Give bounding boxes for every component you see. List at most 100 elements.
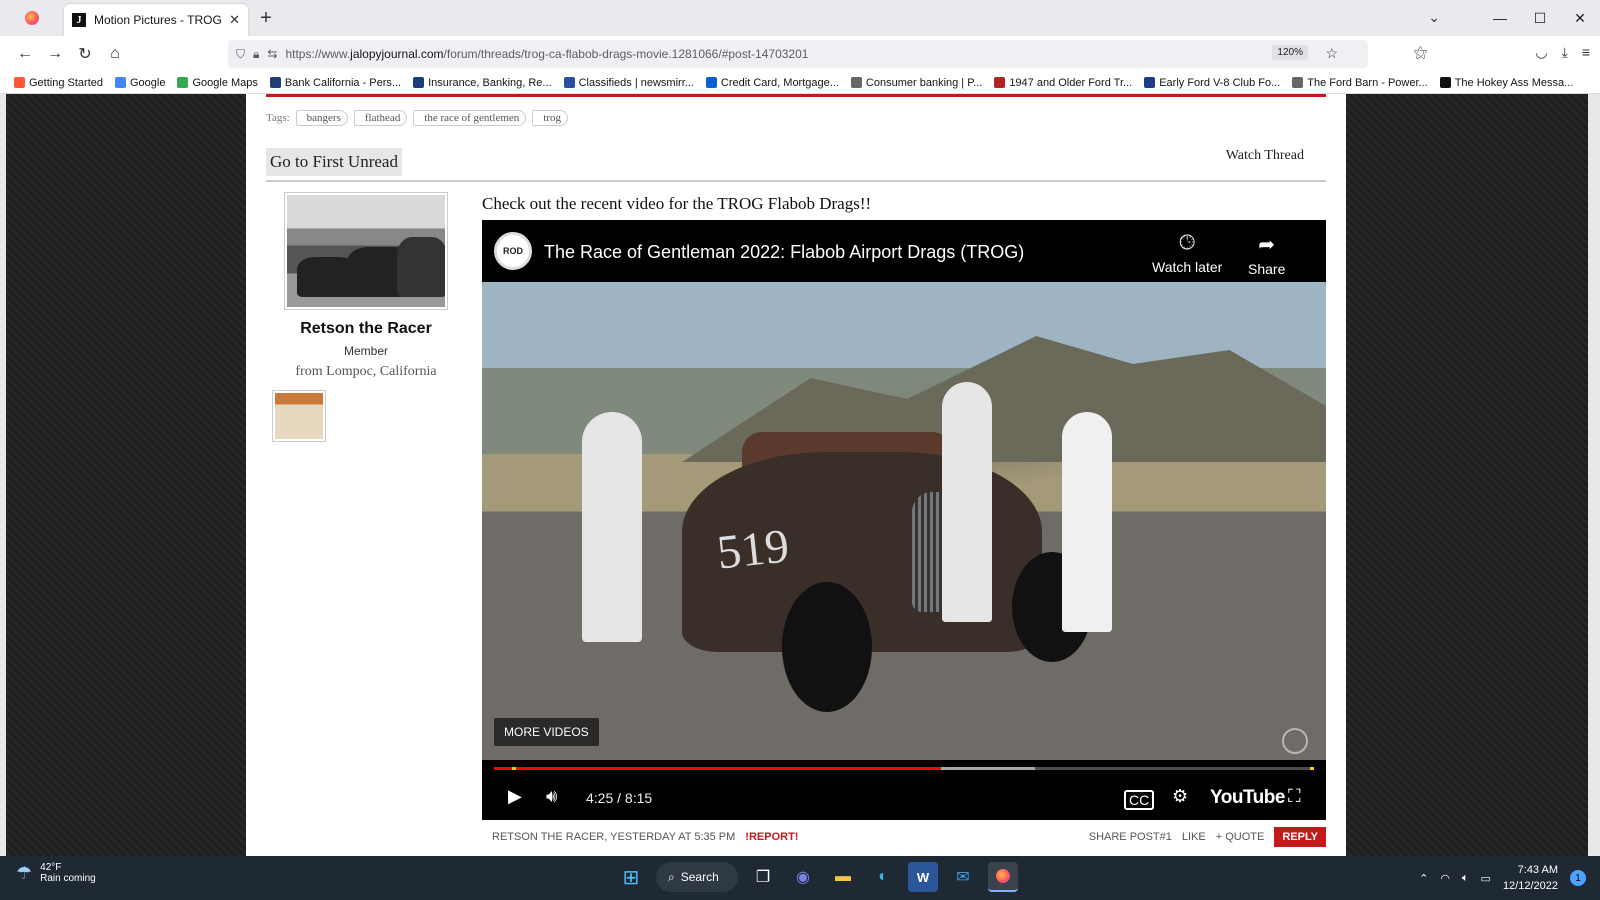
settings-icon[interactable]: ⚙ [1172, 786, 1188, 807]
bookmarks-manager-icon[interactable]: ⚝ [1414, 44, 1428, 61]
task-view-icon[interactable]: ❐ [748, 862, 778, 892]
url-text[interactable]: https://www.jalopyjournal.com/forum/thre… [285, 47, 808, 61]
bookmark-label: Insurance, Banking, Re... [428, 76, 552, 89]
user-title: Member [343, 344, 388, 358]
tag-link[interactable]: bangers [295, 110, 348, 126]
bookmark-item[interactable]: The Ford Barn - Power... [1292, 77, 1428, 89]
tag-link[interactable]: flathead [353, 110, 408, 126]
weather-widget[interactable]: ☂ 42°F Rain coming [16, 862, 96, 884]
youtube-player[interactable]: 519 ROD The Race of Gentleman 2022: Flab… [482, 220, 1326, 820]
edge-icon[interactable]: ◐ [868, 862, 898, 892]
file-explorer-icon[interactable]: ▬ [828, 862, 858, 892]
tab-bar: J Motion Pictures - TROG CA - Fl ✕ + ⌄ —… [0, 0, 1600, 36]
minimize-icon[interactable]: — [1480, 10, 1520, 26]
system-tray: ⌃ ◠ 🔈︎ ▭ 7:43 AM 12/12/2022 1 [1419, 862, 1586, 894]
quote-link[interactable]: + Quote [1216, 831, 1265, 843]
list-tabs-icon[interactable]: ⌄ [1428, 9, 1440, 26]
page-edge [1588, 94, 1600, 856]
speaker-icon[interactable]: 🔈︎ [1462, 872, 1469, 885]
taskbar-search[interactable]: ⌕ Search [656, 862, 738, 892]
report-link[interactable]: !Report! [745, 831, 798, 843]
clock[interactable]: 7:43 AM 12/12/2022 [1503, 862, 1558, 894]
video-title[interactable]: The Race of Gentleman 2022: Flabob Airpo… [544, 242, 1024, 263]
taskbar-apps: ⊞ ⌕ Search ❐ ◉ ▬ ◐ W ✉ [616, 862, 1018, 892]
url-prefix: https://www. [285, 47, 351, 61]
shield-icon[interactable]: ⛉ [236, 47, 245, 62]
avatar[interactable] [284, 192, 448, 310]
volume-icon[interactable]: 🔊︎ [546, 786, 557, 807]
go-to-first-unread-button[interactable]: Go to First Unread [266, 148, 402, 176]
word-icon[interactable]: W [908, 862, 938, 892]
bookmark-item[interactable]: Consumer banking | P... [850, 76, 983, 89]
captions-icon[interactable]: CC [1124, 790, 1155, 810]
bookmark-favicon-icon [850, 77, 862, 88]
like-link[interactable]: Like [1182, 831, 1206, 843]
lock-icon[interactable]: 🔒︎ [253, 47, 259, 62]
bookmark-item[interactable]: Early Ford V-8 Club Fo... [1144, 77, 1280, 89]
share-label: Share [1248, 261, 1286, 277]
bookmark-item[interactable]: Bank California - Pers... [269, 77, 401, 89]
share-post-link[interactable]: Share Post#1 [1089, 831, 1172, 843]
channel-watermark-icon[interactable] [1282, 728, 1308, 754]
user-badge[interactable] [272, 390, 326, 442]
fullscreen-icon[interactable]: ⛶ [1288, 786, 1301, 807]
back-icon[interactable]: ← [10, 45, 40, 63]
bookmark-item[interactable]: Google Maps [177, 77, 258, 89]
downloads-icon[interactable]: ⤓ [1562, 44, 1568, 61]
reply-button[interactable]: Reply [1274, 827, 1326, 847]
url-bar[interactable]: ⛉ 🔒︎ ⇆ https://www.jalopyjournal.com/for… [228, 40, 1368, 68]
share-button[interactable]: ➦ Share [1248, 232, 1285, 277]
username-link[interactable]: Retson the Racer [284, 320, 448, 338]
divider [266, 180, 1326, 182]
watch-later-button[interactable]: 🕒︎ Watch later [1152, 232, 1222, 275]
zoom-level[interactable]: 120% [1272, 45, 1308, 60]
notification-badge[interactable]: 1 [1570, 870, 1586, 886]
bookmark-label: Consumer banking | P... [865, 76, 983, 89]
play-icon[interactable]: ▶ [508, 786, 522, 807]
new-tab-button[interactable]: + [248, 0, 284, 36]
menu-icon[interactable]: ≡ [1582, 44, 1590, 61]
teams-chat-icon[interactable]: ◉ [788, 862, 818, 892]
bookmark-item[interactable]: Getting Started [14, 77, 103, 89]
watch-thread-link[interactable]: Watch Thread [1226, 148, 1304, 164]
progress-bar[interactable] [494, 767, 1314, 770]
progress-played [494, 767, 941, 770]
wifi-icon[interactable]: ◠ [1440, 872, 1450, 885]
battery-icon[interactable]: ▭ [1481, 872, 1491, 885]
maximize-icon[interactable]: ☐ [1520, 10, 1560, 27]
firefox-view-button[interactable] [0, 0, 64, 36]
tag-link[interactable]: the race of gentlemen [413, 110, 527, 126]
bookmark-item[interactable]: Classifieds | newsmirr... [563, 77, 694, 89]
post-author-date[interactable]: Retson the Racer, Yesterday at 5:35 PM [492, 831, 735, 843]
bookmark-item[interactable]: Google [115, 77, 165, 89]
firefox-icon [996, 869, 1010, 883]
firefox-taskbar-icon[interactable] [988, 862, 1018, 892]
pocket-icon[interactable]: ◡ [1535, 44, 1547, 61]
video-frame[interactable]: 519 [482, 282, 1326, 760]
post-footer: Retson the Racer, Yesterday at 5:35 PM !… [482, 826, 1326, 848]
bookmark-favicon-icon [115, 77, 126, 88]
firefox-icon [25, 11, 39, 25]
rain-cloud-icon: ☂ [16, 862, 33, 883]
youtube-logo[interactable]: YouTube [1210, 787, 1285, 809]
tab-active[interactable]: J Motion Pictures - TROG CA - Fl ✕ [64, 4, 248, 36]
show-hidden-icons-icon[interactable]: ⌃ [1419, 872, 1428, 885]
bookmark-item[interactable]: Insurance, Banking, Re... [413, 77, 552, 89]
home-icon[interactable]: ⌂ [100, 45, 130, 63]
tag-link[interactable]: trog [532, 110, 569, 126]
bookmark-item[interactable]: Credit Card, Mortgage... [705, 77, 839, 89]
close-window-icon[interactable]: ✕ [1560, 10, 1600, 27]
start-icon[interactable]: ⊞ [616, 862, 646, 892]
forward-icon[interactable]: → [40, 45, 70, 63]
permissions-icon[interactable]: ⇆ [267, 47, 277, 61]
reload-icon[interactable]: ↻ [70, 44, 100, 64]
more-videos-button[interactable]: MORE VIDEOS [494, 718, 599, 746]
mail-icon[interactable]: ✉ [948, 862, 978, 892]
channel-avatar[interactable]: ROD [494, 232, 532, 270]
person-shape [1062, 412, 1112, 632]
bookmark-star-icon[interactable]: ☆ [1325, 45, 1338, 62]
bookmark-item[interactable]: The Hokey Ass Messa... [1439, 77, 1573, 89]
close-tab-icon[interactable]: ✕ [229, 12, 240, 28]
watch-later-label: Watch later [1152, 259, 1223, 275]
bookmark-item[interactable]: 1947 and Older Ford Tr... [994, 77, 1132, 89]
